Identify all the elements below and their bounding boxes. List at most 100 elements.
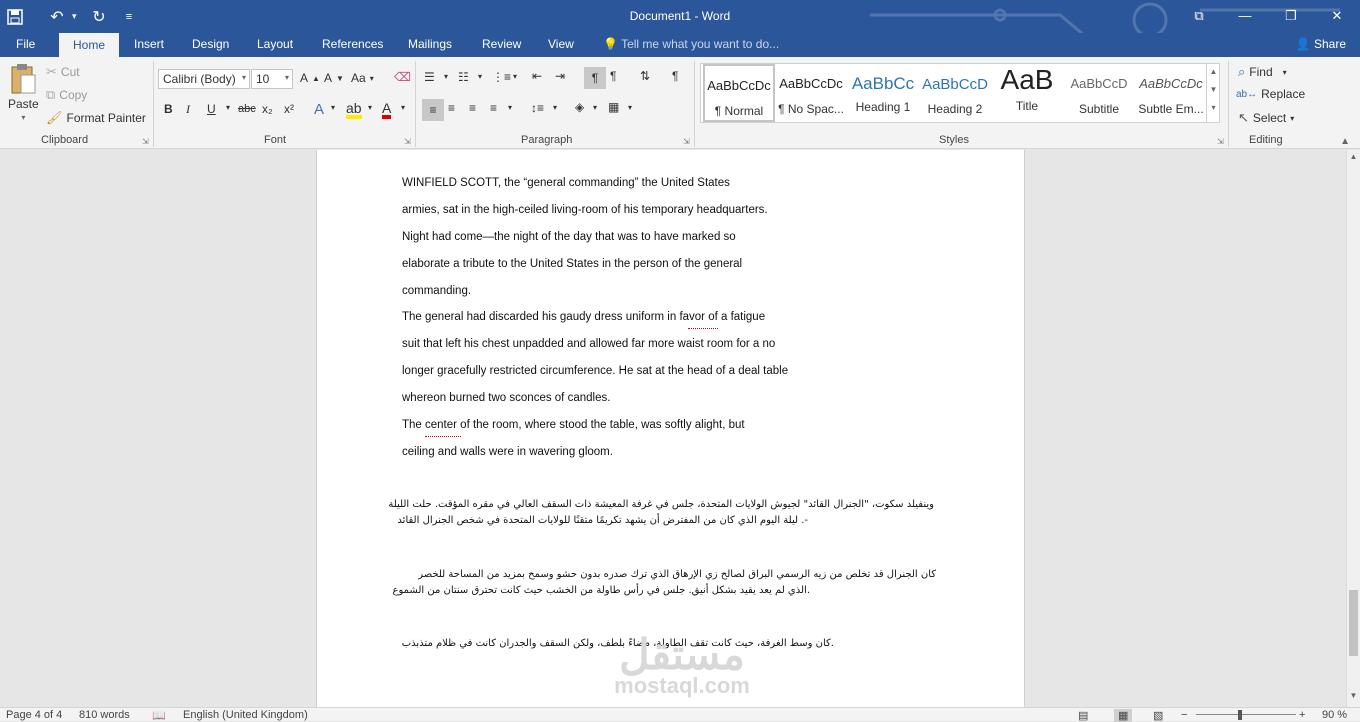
styles-scroll[interactable]: ▲ ▼ ▾: [1206, 63, 1220, 123]
chevron-down-icon[interactable]: ▾: [553, 103, 557, 112]
chevron-down-icon[interactable]: ▾: [444, 72, 448, 81]
minimize-icon[interactable]: —: [1222, 0, 1268, 31]
close-icon[interactable]: ✕: [1314, 0, 1360, 31]
align-right-icon[interactable]: ≡: [469, 101, 476, 115]
format-painter-button[interactable]: 🖌 Format Painter: [46, 110, 146, 126]
font-launcher-icon[interactable]: ⇲: [404, 137, 411, 146]
bold-button[interactable]: B: [164, 102, 173, 116]
read-mode-icon[interactable]: ▤: [1078, 709, 1088, 722]
numbering-icon[interactable]: ☷: [458, 70, 469, 84]
font-family-select[interactable]: Calibri (Body) ▾: [158, 69, 250, 89]
font-size-select[interactable]: 10 ▾: [251, 69, 293, 89]
highlight-icon[interactable]: ab: [346, 101, 362, 119]
show-formatting-icon[interactable]: ¶: [672, 69, 678, 83]
style-heading-1[interactable]: AaBbCc Heading 1: [847, 64, 919, 122]
line-spacing-icon[interactable]: ↕≡: [531, 101, 544, 115]
tell-me-search[interactable]: 💡 Tell me what you want to do...: [603, 37, 779, 51]
cut-button[interactable]: ✂ Cut: [46, 64, 80, 80]
proofing-icon[interactable]: 📖: [152, 709, 166, 722]
tab-view[interactable]: View: [548, 37, 574, 51]
chevron-down-icon[interactable]: ▾: [331, 103, 335, 112]
tab-file[interactable]: File: [16, 37, 35, 51]
borders-icon[interactable]: ▦: [608, 100, 619, 114]
tab-layout[interactable]: Layout: [257, 37, 293, 51]
decrease-indent-icon[interactable]: ⇤: [532, 69, 542, 83]
vertical-scrollbar[interactable]: ▲ ▼: [1346, 150, 1360, 707]
style-normal[interactable]: AaBbCcDc ¶ Normal: [703, 64, 775, 122]
underline-dropdown-icon[interactable]: ▾: [226, 103, 230, 112]
style-heading-2[interactable]: AaBbCcD Heading 2: [919, 64, 991, 122]
underline-button[interactable]: U: [207, 102, 216, 116]
chevron-up-icon[interactable]: ▲: [1207, 63, 1220, 81]
chevron-down-icon[interactable]: ▾: [368, 103, 372, 112]
zoom-slider-thumb[interactable]: [1238, 710, 1242, 720]
chevron-down-icon[interactable]: ▼: [1347, 691, 1360, 705]
sort-icon[interactable]: ⇅: [640, 69, 650, 83]
language-indicator[interactable]: English (United Kingdom): [183, 709, 308, 721]
chevron-down-icon[interactable]: ▼: [1207, 81, 1220, 99]
styles-launcher-icon[interactable]: ⇲: [1217, 137, 1224, 146]
page-count[interactable]: Page 4 of 4: [6, 709, 62, 721]
align-center-icon[interactable]: ≡: [448, 101, 455, 115]
tab-home[interactable]: Home: [59, 33, 120, 57]
tab-references[interactable]: References: [322, 37, 383, 51]
paragraph-launcher-icon[interactable]: ⇲: [683, 137, 690, 146]
align-left-icon[interactable]: ≡: [422, 99, 444, 121]
ribbon-display-options-icon[interactable]: ⧉: [1176, 0, 1222, 31]
strikethrough-button[interactable]: abc: [238, 103, 256, 115]
spelling-error-mark[interactable]: [688, 325, 718, 329]
collapse-ribbon-icon[interactable]: ▲: [1340, 136, 1350, 147]
text-effects-icon[interactable]: A: [314, 101, 324, 118]
chevron-down-icon[interactable]: ▾: [513, 72, 517, 81]
zoom-out-icon[interactable]: −: [1181, 709, 1187, 721]
grow-font-icon[interactable]: A ▲: [300, 71, 320, 85]
ltr-direction-icon[interactable]: ¶: [584, 67, 606, 89]
superscript-button[interactable]: x²: [284, 102, 294, 116]
scroll-thumb[interactable]: [1349, 590, 1358, 656]
restore-icon[interactable]: ❐: [1268, 0, 1314, 31]
select-button[interactable]: ↖ Select ▾: [1238, 110, 1294, 126]
italic-button[interactable]: I: [186, 102, 190, 117]
replace-button[interactable]: ab↔ Replace: [1236, 87, 1305, 101]
tab-mailings[interactable]: Mailings: [408, 37, 452, 51]
font-color-icon[interactable]: A: [382, 101, 392, 119]
multilevel-list-icon[interactable]: ⋮≡: [492, 70, 511, 84]
print-layout-icon[interactable]: ▦: [1114, 709, 1133, 722]
zoom-slider[interactable]: [1196, 714, 1296, 715]
zoom-in-icon[interactable]: +: [1299, 709, 1305, 721]
clipboard-launcher-icon[interactable]: ⇲: [142, 137, 149, 146]
shrink-font-icon[interactable]: A ▼: [324, 71, 344, 85]
subscript-button[interactable]: x₂: [262, 102, 273, 116]
share-button[interactable]: 👤 Share: [1296, 37, 1346, 51]
rtl-direction-icon[interactable]: ¶: [610, 69, 616, 83]
style-title[interactable]: AaB Title: [991, 64, 1063, 122]
more-styles-icon[interactable]: ▾: [1207, 99, 1220, 117]
tab-insert[interactable]: Insert: [134, 37, 164, 51]
word-count[interactable]: 810 words: [79, 709, 130, 721]
chevron-down-icon[interactable]: ▾: [401, 103, 405, 112]
bullets-icon[interactable]: ☰: [424, 70, 435, 84]
justify-icon[interactable]: ≡: [490, 101, 497, 115]
tab-review[interactable]: Review: [482, 37, 521, 51]
copy-button[interactable]: ⧉ Copy: [46, 87, 87, 103]
chevron-down-icon[interactable]: ▾: [593, 103, 597, 112]
change-case-button[interactable]: Aa ▾: [351, 71, 374, 85]
clear-formatting-icon[interactable]: ⌫: [394, 70, 411, 84]
paste-button[interactable]: Paste ▾: [8, 63, 39, 122]
document-page[interactable]: WINFIELD SCOTT, the “general commanding”…: [316, 150, 1025, 707]
chevron-up-icon[interactable]: ▲: [1347, 152, 1360, 166]
zoom-level[interactable]: 90 %: [1322, 709, 1347, 721]
chevron-down-icon[interactable]: ▾: [478, 72, 482, 81]
shading-icon[interactable]: ◈: [575, 100, 584, 114]
find-button[interactable]: ⌕ Find ▾: [1238, 64, 1287, 80]
style-no-spacing[interactable]: AaBbCcDc ¶ No Spac...: [775, 64, 847, 122]
style-subtle-emphasis[interactable]: AaBbCcDc Subtle Em...: [1135, 64, 1207, 122]
tab-design[interactable]: Design: [192, 37, 229, 51]
chevron-down-icon[interactable]: ▾: [508, 103, 512, 112]
spelling-error-mark[interactable]: [425, 433, 461, 437]
chevron-down-icon[interactable]: ▾: [628, 103, 632, 112]
increase-indent-icon[interactable]: ⇥: [555, 69, 565, 83]
style-subtitle[interactable]: AaBbCcD Subtitle: [1063, 64, 1135, 122]
paste-dropdown-icon[interactable]: ▾: [21, 113, 25, 122]
web-layout-icon[interactable]: ▧: [1153, 709, 1163, 722]
